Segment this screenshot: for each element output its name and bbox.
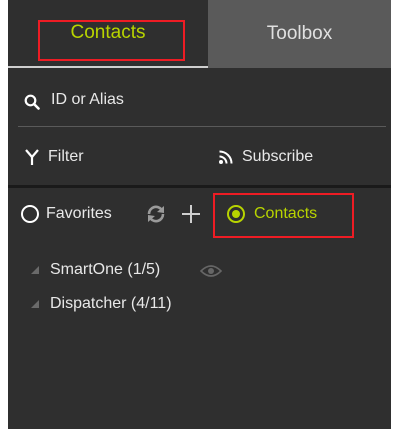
subscribe-label: Subscribe <box>242 148 314 165</box>
search-input[interactable] <box>51 87 371 113</box>
radio-selected-icon <box>227 205 245 223</box>
filter-subscribe-row: Filter Subscribe <box>8 127 391 185</box>
favorites-radio[interactable]: Favorites <box>20 202 112 226</box>
group-name: SmartOne (1/5) <box>50 261 161 278</box>
subscribe-button[interactable]: Subscribe <box>218 145 313 169</box>
contacts-panel: Contacts Toolbox Filter <box>8 0 391 429</box>
group-name: Dispatcher (4/11) <box>50 295 172 312</box>
tab-contacts-label: Contacts <box>70 22 146 43</box>
section-divider <box>8 185 391 188</box>
search-icon <box>24 94 40 110</box>
expand-arrow-icon[interactable] <box>30 299 40 309</box>
filter-icon <box>25 149 39 165</box>
group-row[interactable]: Dispatcher (4/11) <box>8 288 391 320</box>
tab-contacts[interactable]: Contacts <box>8 0 208 68</box>
tab-toolbox[interactable]: Toolbox <box>208 0 391 68</box>
group-row[interactable]: SmartOne (1/5) <box>8 254 391 286</box>
refresh-icon[interactable] <box>145 203 167 225</box>
tab-toolbox-label: Toolbox <box>266 23 333 44</box>
filter-label: Filter <box>48 148 84 165</box>
tab-bar: Contacts Toolbox <box>8 0 391 68</box>
contact-mode-row: Favorites Contacts <box>8 190 391 240</box>
add-icon[interactable] <box>180 203 202 225</box>
eye-icon[interactable] <box>200 264 222 278</box>
search-bar <box>8 68 391 126</box>
contacts-label: Contacts <box>254 205 318 222</box>
expand-arrow-icon[interactable] <box>30 265 40 275</box>
favorites-label: Favorites <box>46 205 112 222</box>
rss-icon <box>219 150 233 164</box>
filter-button[interactable]: Filter <box>24 145 84 169</box>
contacts-radio[interactable]: Contacts <box>226 202 317 226</box>
radio-unselected-icon <box>21 205 39 223</box>
